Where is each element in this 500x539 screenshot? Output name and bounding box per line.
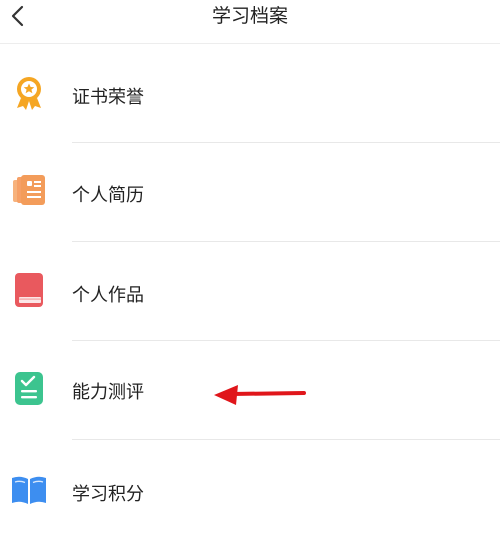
book-icon bbox=[10, 271, 48, 309]
clipboard-check-icon bbox=[10, 369, 48, 407]
menu-item-resume[interactable]: 个人简历 bbox=[0, 143, 500, 242]
menu-item-certificates[interactable]: 证书荣誉 bbox=[0, 44, 500, 143]
award-medal-icon bbox=[10, 74, 48, 112]
menu-item-label: 证书荣誉 bbox=[72, 87, 144, 108]
menu-item-works[interactable]: 个人作品 bbox=[0, 242, 500, 341]
menu-item-label: 学习积分 bbox=[72, 484, 144, 505]
chevron-left-icon bbox=[10, 4, 26, 32]
menu-item-label: 个人作品 bbox=[72, 285, 144, 306]
page-title: 学习档案 bbox=[211, 5, 288, 27]
menu-item-label: 个人简历 bbox=[72, 185, 144, 206]
menu-item-assessment[interactable]: 能力测评 bbox=[0, 341, 500, 440]
top-bar: 学习档案 bbox=[0, 0, 500, 44]
open-book-icon bbox=[10, 470, 48, 508]
resume-card-icon bbox=[10, 171, 48, 209]
menu-item-points[interactable]: 学习积分 bbox=[0, 440, 500, 539]
menu-item-label: 能力测评 bbox=[72, 382, 144, 403]
back-button[interactable] bbox=[0, 0, 36, 36]
